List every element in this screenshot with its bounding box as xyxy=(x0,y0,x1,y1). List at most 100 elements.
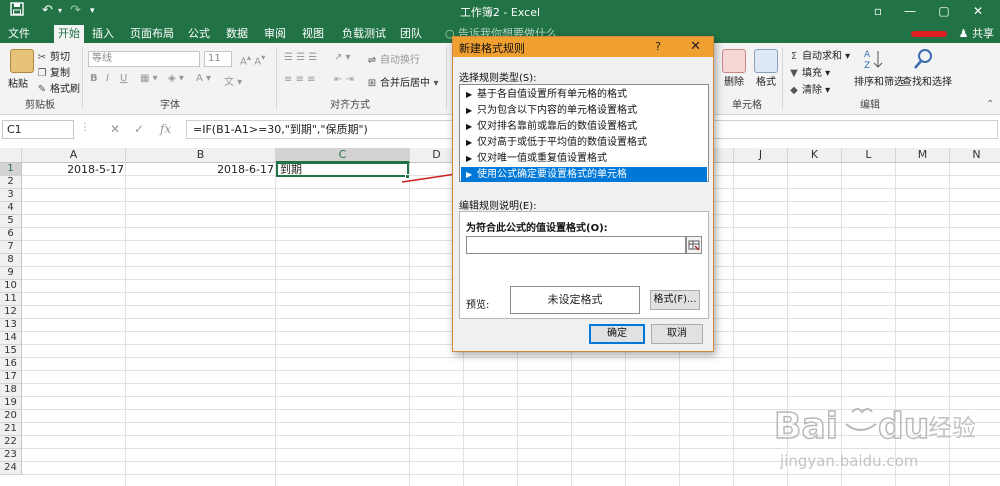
list-item[interactable]: ▶ 仅对高于或低于平均值的数值设置格式 xyxy=(461,135,707,150)
list-item-selected[interactable]: ▶ 使用公式确定要设置格式的单元格 xyxy=(461,167,707,182)
grow-font-icon[interactable]: A▴ A▾ xyxy=(240,52,265,67)
tab-home[interactable]: 开始 xyxy=(54,25,84,43)
column-header[interactable]: L xyxy=(842,148,896,163)
underline-button[interactable]: U xyxy=(120,73,127,84)
italic-button[interactable]: I xyxy=(106,73,109,84)
row-header[interactable]: 3 xyxy=(0,189,22,202)
close-window-button[interactable]: ✕ xyxy=(964,0,992,23)
condition-formula-input[interactable] xyxy=(466,236,686,254)
phonetic-icon[interactable]: 文 ▾ xyxy=(224,73,242,88)
column-header[interactable]: A xyxy=(22,148,126,163)
chevron-down-icon[interactable]: ▾ xyxy=(430,78,442,89)
delete-cells-icon[interactable] xyxy=(722,49,746,73)
tab-load-test[interactable]: 负载测试 xyxy=(338,25,390,43)
row-header[interactable]: 15 xyxy=(0,345,22,358)
indent-icon[interactable]: ⇤ ⇥ xyxy=(334,74,354,85)
border-icon[interactable]: ▦ ▾ xyxy=(140,73,158,84)
help-icon[interactable]: ? xyxy=(655,40,661,53)
row-header[interactable]: 4 xyxy=(0,202,22,215)
column-header[interactable]: M xyxy=(896,148,950,163)
dialog-title-bar[interactable]: 新建格式规则 ? ✕ xyxy=(453,37,713,57)
paste-button[interactable]: 粘贴 xyxy=(8,75,28,90)
row-header[interactable]: 5 xyxy=(0,215,22,228)
row-header[interactable]: 21 xyxy=(0,423,22,436)
cancel-button[interactable]: 取消 xyxy=(651,324,703,344)
user-area[interactable]: ♟ 共享 xyxy=(911,25,994,41)
fill-button[interactable]: 填充 xyxy=(802,68,822,79)
sort-filter-icon[interactable]: AZ xyxy=(862,47,886,71)
cell-b1[interactable]: 2018-6-17 xyxy=(126,163,276,176)
row-header[interactable]: 17 xyxy=(0,371,22,384)
row-header[interactable]: 23 xyxy=(0,449,22,462)
row-header[interactable]: 13 xyxy=(0,319,22,332)
row-header[interactable]: 14 xyxy=(0,332,22,345)
fill-color-icon[interactable]: ◈ ▾ xyxy=(168,73,184,84)
row-header[interactable]: 18 xyxy=(0,384,22,397)
column-header[interactable]: B xyxy=(126,148,276,163)
list-item[interactable]: ▶ 仅对唯一值或重复值设置格式 xyxy=(461,151,707,166)
insert-function-icon[interactable]: fx xyxy=(160,122,171,136)
tab-file[interactable]: 文件 xyxy=(4,25,34,43)
column-header[interactable]: J xyxy=(734,148,788,163)
copy-button[interactable]: 复制 xyxy=(50,68,70,79)
row-header[interactable]: 19 xyxy=(0,397,22,410)
row-header[interactable]: 1 xyxy=(0,163,22,176)
maximize-button[interactable]: ▢ xyxy=(930,0,958,23)
align-left-icon[interactable]: ≡ ≡ ≡ xyxy=(284,74,316,85)
share-button[interactable]: 共享 xyxy=(972,27,994,40)
sort-filter-button[interactable]: 排序和筛选 xyxy=(854,73,904,88)
orientation-icon[interactable]: ↗ ▾ xyxy=(334,52,351,63)
merge-center-button[interactable]: 合并后居中 xyxy=(380,78,430,89)
ok-button[interactable]: 确定 xyxy=(589,324,645,344)
close-icon[interactable]: ✕ xyxy=(690,39,701,54)
wrap-text-button[interactable]: 自动换行 xyxy=(380,55,420,66)
row-header[interactable]: 12 xyxy=(0,306,22,319)
cut-button[interactable]: 剪切 xyxy=(50,52,70,63)
row-header[interactable]: 6 xyxy=(0,228,22,241)
font-size-select[interactable]: 11 xyxy=(204,51,232,67)
bold-button[interactable]: B xyxy=(90,73,98,84)
delete-button[interactable]: 删除 xyxy=(724,73,744,88)
tab-view[interactable]: 视图 xyxy=(298,25,328,43)
row-header[interactable]: 24 xyxy=(0,462,22,475)
tab-insert[interactable]: 插入 xyxy=(88,25,118,43)
row-header[interactable]: 7 xyxy=(0,241,22,254)
tab-data[interactable]: 数据 xyxy=(222,25,252,43)
name-box-dropdown-icon[interactable]: ⋮ xyxy=(80,122,90,133)
cancel-formula-icon[interactable]: ✕ xyxy=(110,122,120,136)
row-header[interactable]: 16 xyxy=(0,358,22,371)
column-header[interactable]: K xyxy=(788,148,842,163)
row-header[interactable]: 8 xyxy=(0,254,22,267)
font-color-icon[interactable]: A ▾ xyxy=(196,73,211,84)
row-header[interactable]: 20 xyxy=(0,410,22,423)
cell-a1[interactable]: 2018-5-17 xyxy=(24,163,126,176)
tab-review[interactable]: 审阅 xyxy=(260,25,290,43)
range-select-icon[interactable] xyxy=(686,236,702,254)
find-select-button[interactable]: 查找和选择 xyxy=(902,73,952,88)
list-item[interactable]: ▶ 只为包含以下内容的单元格设置格式 xyxy=(461,103,707,118)
format-painter-button[interactable]: 格式刷 xyxy=(50,84,80,95)
autosum-button[interactable]: 自动求和 xyxy=(802,51,842,62)
column-header[interactable]: C xyxy=(276,148,410,163)
minimize-button[interactable]: — xyxy=(896,0,924,23)
find-select-icon[interactable] xyxy=(912,47,936,71)
enter-formula-icon[interactable]: ✓ xyxy=(134,122,144,136)
format-cells-icon[interactable] xyxy=(754,49,778,73)
paste-icon[interactable] xyxy=(10,49,34,73)
column-header[interactable]: N xyxy=(950,148,1000,163)
row-header[interactable]: 22 xyxy=(0,436,22,449)
select-all-corner[interactable] xyxy=(0,148,22,163)
list-item[interactable]: ▶ 仅对排名靠前或靠后的数值设置格式 xyxy=(461,119,707,134)
font-name-select[interactable]: 等线 xyxy=(88,51,200,67)
list-item[interactable]: ▶ 基于各自值设置所有单元格的格式 xyxy=(461,87,707,102)
row-header[interactable]: 2 xyxy=(0,176,22,189)
row-header[interactable]: 10 xyxy=(0,280,22,293)
tab-page-layout[interactable]: 页面布局 xyxy=(128,25,176,43)
row-header[interactable]: 9 xyxy=(0,267,22,280)
tab-formulas[interactable]: 公式 xyxy=(184,25,214,43)
name-box[interactable]: C1 xyxy=(2,120,74,139)
tab-team[interactable]: 团队 xyxy=(396,25,426,43)
clear-button[interactable]: 清除 xyxy=(802,85,822,96)
format-button[interactable]: 格式 xyxy=(756,73,776,88)
rule-type-list[interactable]: ▶ 基于各自值设置所有单元格的格式 ▶ 只为包含以下内容的单元格设置格式 ▶ 仅对排名… xyxy=(459,84,709,182)
